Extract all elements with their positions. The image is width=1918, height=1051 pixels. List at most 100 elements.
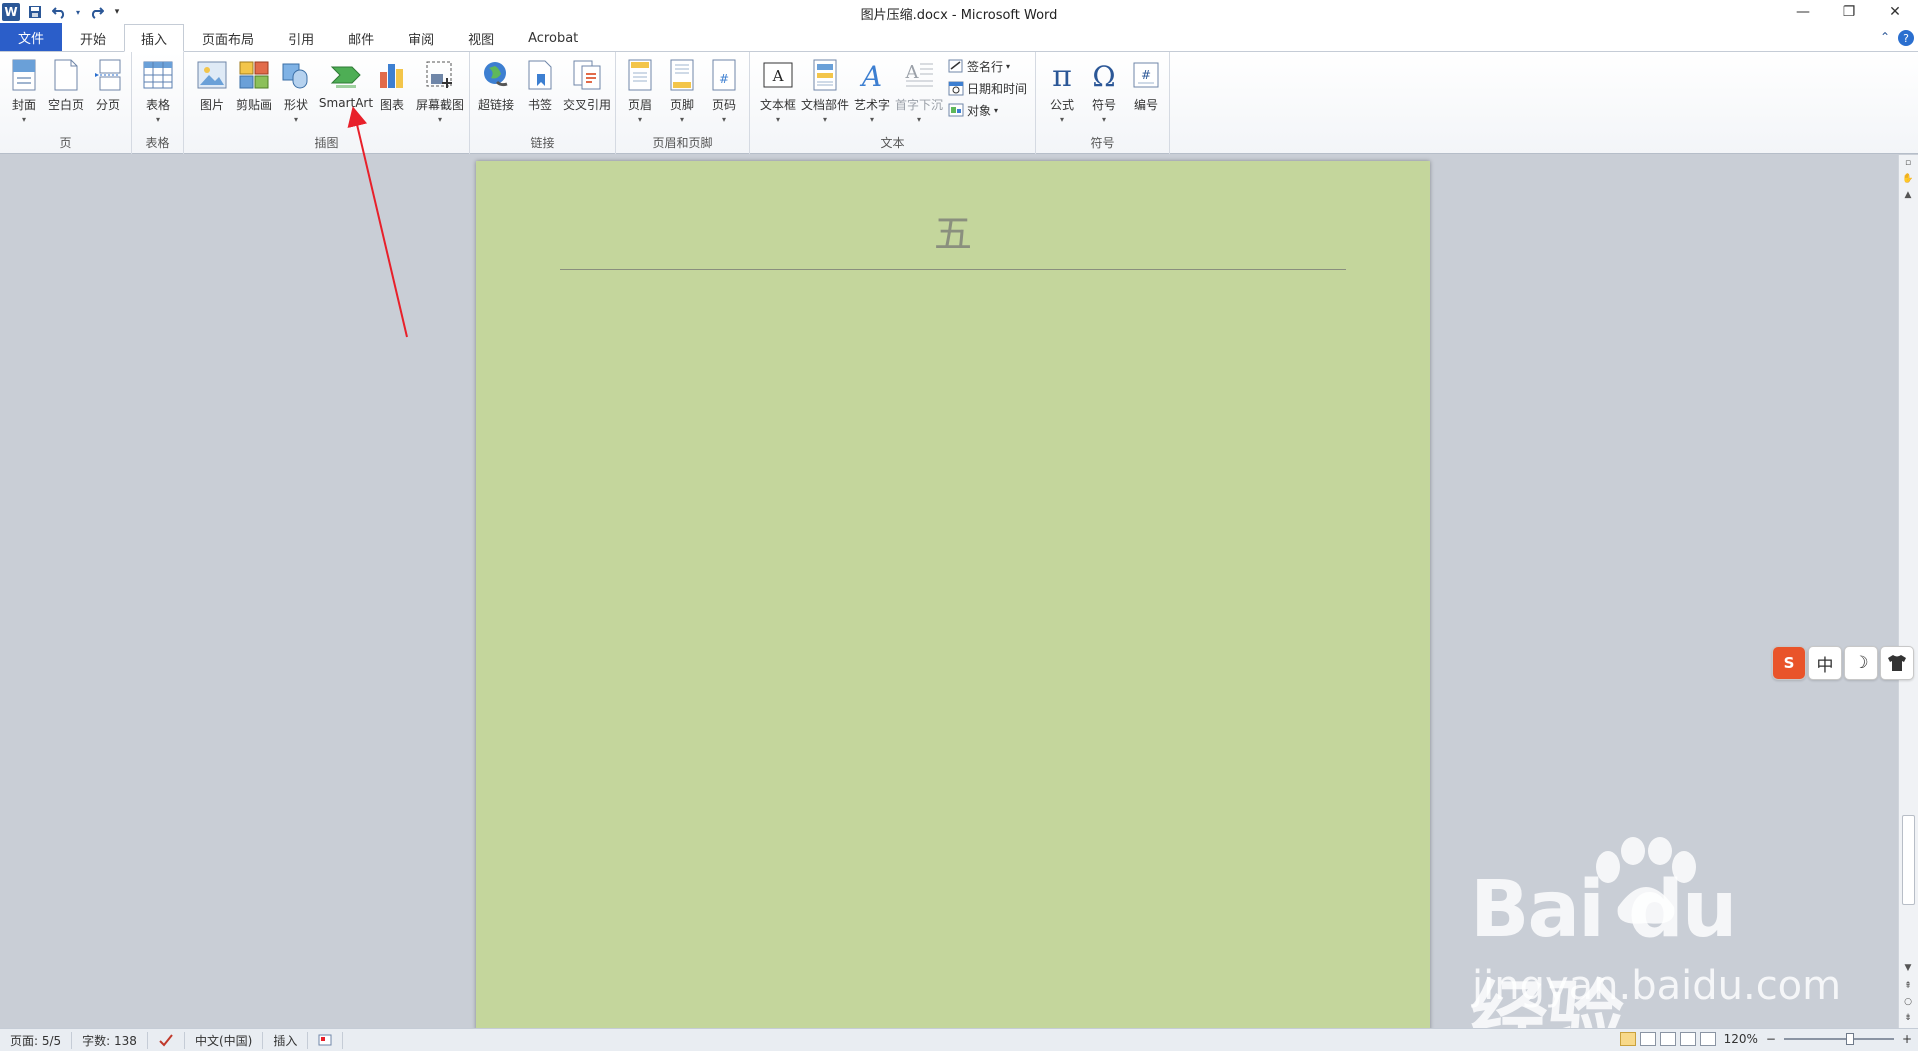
chevron-down-icon: ▾ xyxy=(822,115,827,124)
tab-review[interactable]: 审阅 xyxy=(392,25,450,51)
proofing-icon[interactable] xyxy=(148,1031,185,1049)
wordart-button[interactable]: A 艺术字 ▾ xyxy=(850,56,894,136)
outline-view-icon[interactable] xyxy=(1679,1032,1696,1046)
chevron-down-icon: ▾ xyxy=(721,115,726,124)
date-time-button[interactable]: 日期和时间 xyxy=(948,78,1027,98)
page-break-button[interactable]: 分页 xyxy=(86,56,130,136)
smartart-button[interactable]: SmartArt xyxy=(316,56,376,136)
hand-icon[interactable]: ✋ xyxy=(1899,171,1917,187)
picture-icon xyxy=(196,58,228,92)
page-number-button[interactable]: # 页码 ▾ xyxy=(702,56,746,136)
hyperlink-globe-icon xyxy=(480,58,512,92)
next-page-icon[interactable]: ⇟ xyxy=(1899,1010,1917,1026)
wordart-icon: A xyxy=(856,58,888,92)
object-button[interactable]: 对象 ▾ xyxy=(948,100,998,120)
scroll-down-icon[interactable]: ▼ xyxy=(1899,960,1917,976)
cross-reference-button[interactable]: 交叉引用 xyxy=(562,56,612,136)
header-button[interactable]: 页眉 ▾ xyxy=(618,56,662,136)
status-page[interactable]: 页面: 5/5 xyxy=(0,1031,73,1049)
group-label-header-footer: 页眉和页脚 xyxy=(652,136,713,150)
status-language[interactable]: 中文(中国) xyxy=(185,1031,264,1049)
group-links: 超链接 书签 交叉引用 链接 xyxy=(470,52,616,154)
symbol-button[interactable]: Ω 符号 ▾ xyxy=(1082,56,1126,136)
ime-mode-button[interactable]: 中 xyxy=(1808,646,1842,680)
save-icon[interactable] xyxy=(26,3,44,21)
full-screen-reading-view-icon[interactable] xyxy=(1639,1032,1656,1046)
close-button[interactable]: ✕ xyxy=(1872,0,1918,24)
minimize-button[interactable]: — xyxy=(1780,0,1826,24)
drop-cap-button[interactable]: A 首字下沉 ▾ xyxy=(894,56,944,136)
status-insert-mode[interactable]: 插入 xyxy=(263,1031,309,1049)
document-page[interactable]: 五 xyxy=(476,161,1430,1031)
cover-page-button[interactable]: 封面 ▾ xyxy=(2,56,46,136)
chevron-down-icon: ▾ xyxy=(1101,115,1106,124)
tab-page-layout[interactable]: 页面布局 xyxy=(186,25,270,51)
text-box-icon: A xyxy=(762,58,794,92)
tab-mailings[interactable]: 邮件 xyxy=(332,25,390,51)
chart-icon xyxy=(376,58,408,92)
svg-text:π: π xyxy=(1052,60,1072,90)
quick-parts-button[interactable]: 文档部件 ▾ xyxy=(800,56,850,136)
tab-home[interactable]: 开始 xyxy=(64,25,122,51)
ribbon-right-controls: ⌃ ? xyxy=(1880,30,1914,46)
zoom-slider-knob[interactable] xyxy=(1845,1033,1854,1045)
undo-icon[interactable] xyxy=(50,3,68,21)
scroll-up-icon[interactable]: ▲ xyxy=(1899,187,1917,203)
sogou-logo-icon[interactable]: S xyxy=(1772,646,1806,680)
word-logo-icon[interactable]: W xyxy=(2,3,20,21)
numbering-icon: # xyxy=(1130,58,1162,92)
picture-button[interactable]: 图片 xyxy=(190,56,234,136)
moon-icon[interactable]: ☽ xyxy=(1844,646,1878,680)
zoom-in-button[interactable]: + xyxy=(1902,1032,1912,1046)
tab-acrobat[interactable]: Acrobat xyxy=(512,25,594,51)
tab-references[interactable]: 引用 xyxy=(272,25,330,51)
draft-view-icon[interactable] xyxy=(1699,1032,1716,1046)
help-icon[interactable]: ? xyxy=(1898,30,1914,46)
status-word-count[interactable]: 字数: 138 xyxy=(72,1031,148,1049)
customize-qat-icon[interactable]: ▾ xyxy=(112,3,122,21)
undo-dropdown-icon[interactable]: ▾ xyxy=(74,3,82,21)
scrollbar-thumb[interactable] xyxy=(1902,815,1915,905)
vertical-scrollbar[interactable]: ▫ ✋ ▲ ▼ ⇞ ○ ⇟ xyxy=(1898,155,1918,1028)
redo-icon[interactable] xyxy=(88,3,106,21)
skin-icon[interactable] xyxy=(1880,646,1914,680)
print-layout-view-icon[interactable] xyxy=(1619,1032,1636,1046)
group-text: A 文本框 ▾ 文档部件 ▾ A 艺术字 ▾ A 首字下沉 ▾ 签名行 ▾ 日期… xyxy=(750,52,1036,154)
svg-text:A: A xyxy=(859,60,882,90)
restore-button[interactable]: ❐ xyxy=(1826,0,1872,24)
web-layout-view-icon[interactable] xyxy=(1659,1032,1676,1046)
text-box-button[interactable]: A 文本框 ▾ xyxy=(756,56,800,136)
chart-button[interactable]: 图表 xyxy=(370,56,414,136)
equation-button[interactable]: π 公式 ▾ xyxy=(1040,56,1084,136)
status-right: 120% − + xyxy=(1619,1032,1912,1046)
group-label-links: 链接 xyxy=(530,136,555,150)
minimize-ribbon-icon[interactable]: ⌃ xyxy=(1880,30,1890,46)
zoom-level[interactable]: 120% xyxy=(1724,1032,1758,1046)
chevron-down-icon: ▾ xyxy=(21,115,26,124)
blank-page-button[interactable]: 空白页 xyxy=(44,56,88,136)
browse-object-icon[interactable]: ○ xyxy=(1899,994,1917,1010)
tab-insert[interactable]: 插入 xyxy=(124,24,185,52)
clip-art-icon xyxy=(238,58,270,92)
signature-line-button[interactable]: 签名行 ▾ xyxy=(948,56,1010,76)
date-time-icon xyxy=(948,80,964,96)
shapes-button[interactable]: 形状 ▾ xyxy=(274,56,318,136)
zoom-out-button[interactable]: − xyxy=(1766,1032,1776,1046)
footer-icon xyxy=(666,58,698,92)
group-label-pages: 页 xyxy=(59,136,72,150)
bookmark-button[interactable]: 书签 xyxy=(518,56,562,136)
footer-button[interactable]: 页脚 ▾ xyxy=(660,56,704,136)
zoom-slider[interactable] xyxy=(1783,1032,1894,1046)
numbering-button[interactable]: # 编号 xyxy=(1124,56,1168,136)
table-button[interactable]: 表格 ▾ xyxy=(136,56,180,136)
chevron-down-icon: ▾ xyxy=(994,105,999,115)
hyperlink-button[interactable]: 超链接 xyxy=(474,56,518,136)
macro-record-icon[interactable] xyxy=(308,1031,344,1049)
tab-view[interactable]: 视图 xyxy=(452,25,510,51)
chevron-down-icon: ▾ xyxy=(869,115,874,124)
previous-page-icon[interactable]: ⇞ xyxy=(1899,978,1917,994)
ruler-toggle-icon[interactable]: ▫ xyxy=(1899,155,1917,171)
screenshot-button[interactable]: 屏幕截图 ▾ xyxy=(414,56,466,136)
tab-file[interactable]: 文件 xyxy=(0,23,63,51)
clip-art-button[interactable]: 剪贴画 xyxy=(232,56,276,136)
